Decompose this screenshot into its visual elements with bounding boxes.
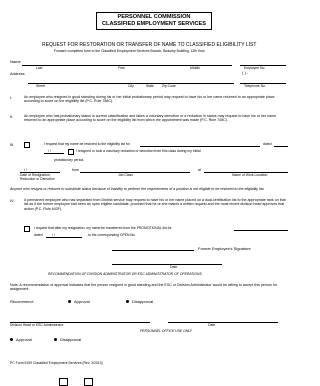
section-iii-request: I request that my name be restored to th… [44,142,130,146]
page-marker-left [59,378,68,386]
recommend-label: Recommend: [10,299,34,304]
form-title: REQUEST FOR RESTORATION OR TRANSFER OF N… [42,42,257,48]
section-iii-date-res-label: Date of Resignation, Reduction or Demoti… [20,173,55,181]
address-label: Address [10,71,25,76]
section-ii-label: II. [10,114,14,119]
form-page: PERSONNEL COMMISSION CLASSIFIED EMPLOYME… [0,0,298,386]
section-iii-probation: probationary period. [54,158,85,162]
state-label: State [146,84,154,88]
office-use-heading: PERSONNEL OFFICE USE ONLY [140,329,193,333]
section-iii-checkbox[interactable] [24,142,30,148]
section-iv-label: IV. [10,198,15,203]
header-subtitle: CLASSIFIED EMPLOYMENT SERVICES [101,21,207,27]
section-iv-request: I request that after my resignation, my … [34,226,172,230]
section-iv-to-open: to the corresponding OPEN list. [88,233,136,237]
street-label: Street [36,84,46,88]
approval-label: Approval [74,299,90,304]
section-iii-resigned-checkbox[interactable] [68,149,74,155]
office-disapproval-radio[interactable] [54,338,57,341]
last-name-label: Last [36,66,43,70]
signature-label: Former Employee's Signature [198,246,251,251]
division-date-field[interactable] [168,322,278,323]
section-iii-from: from [72,168,79,172]
section-ii-text: An employee who has probationary status … [24,114,277,123]
office-approval-radio[interactable] [10,338,13,341]
header-box: PERSONNEL COMMISSION CLASSIFIED EMPLOYME… [96,12,212,30]
zip-label: Zip Code [162,84,176,88]
section-iii-work-location-label: Name of Work Location [232,173,268,177]
phone-mask: ( ) - [242,70,249,75]
signature-date-field[interactable] [112,264,222,265]
header-title: PERSONNEL COMMISSION [117,14,191,20]
section-iii-dated-field[interactable] [274,146,288,147]
name-field[interactable] [22,65,232,66]
section-i-label: I. [10,95,13,100]
section-iv-dated: dated [34,233,43,237]
disapproval-label: Disapproval [132,299,154,304]
substitute-note: Anyone who resigns or reduces to substit… [10,187,265,191]
section-i-text: An employee who resigned in good standin… [24,95,275,104]
middle-name-label: Middle [190,66,200,70]
office-approval-label: Approval [16,337,32,342]
section-iv-text: A permanent employee who has separated f… [24,198,286,211]
section-iii-label: III. [10,142,15,147]
section-iv-checkbox[interactable] [24,226,30,232]
disapproval-radio[interactable] [126,300,129,303]
form-id: PC Form 5159 Classified Employment Servi… [10,361,103,365]
division-head-label: Division Head or ESC Administrator [10,323,64,327]
office-disapproval-label: Disapproval [60,337,82,342]
signature-field[interactable] [112,250,194,251]
name-label: Name [10,59,21,64]
signature-date-label: Date [170,265,178,269]
section-iv-list-field[interactable] [234,230,288,231]
first-name-label: First [118,66,125,70]
section-iii-job-class-field[interactable] [80,172,190,173]
section-iii-dated: dated [263,142,272,146]
recommendation-heading: RECOMMENDATION OF DIVISION ADMINISTRATOR… [48,272,202,276]
section-iii-date-field-a[interactable] [44,153,64,154]
city-label: City [128,84,134,88]
section-iii-job-class-label: Job Class [118,173,133,177]
section-iii-list-field[interactable] [140,146,260,147]
section-iv-date-field[interactable] [46,237,82,238]
form-subtitle: Forward completed form to the Classified… [54,49,205,53]
section-iii-date-mask-a: / / [48,149,51,153]
recommendation-note: Note: A recommendation of approval indic… [10,283,278,292]
division-date-label: Date [208,323,216,327]
section-iii-at: at [198,168,201,172]
approval-radio[interactable] [68,300,71,303]
page-marker-right [84,378,93,386]
phone-label: Telephone No. [244,84,266,88]
section-iv-date-mask: / / [52,233,55,237]
section-iii-resigned: I resigned or took a voluntary reduction… [76,149,201,153]
